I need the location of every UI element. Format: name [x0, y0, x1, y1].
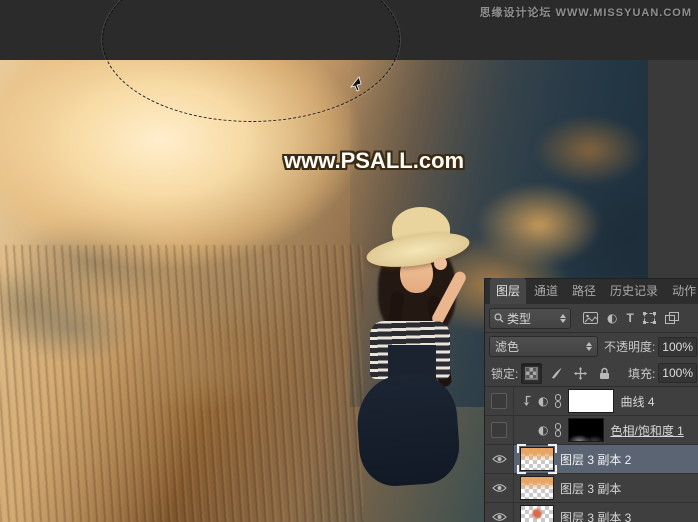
eye-icon [491, 513, 507, 521]
visibility-toggle[interactable] [485, 445, 514, 473]
layer-list: ◐ 曲线 4 ◐ 色相/饱和度 1 图层 3 副本 2 图层 3 副本 图层 3… [485, 387, 698, 522]
tab-channels[interactable]: 通道 [528, 278, 564, 304]
grass-texture-left [0, 244, 363, 522]
blend-mode-value: 滤色 [495, 340, 520, 354]
clipping-mask-arrow-icon [524, 395, 531, 406]
tab-history[interactable]: 历史记录 [604, 278, 664, 304]
layer-name: 图层 3 副本 [560, 481, 622, 496]
search-icon [494, 313, 504, 323]
layer-name: 曲线 4 [620, 394, 655, 409]
opacity-input[interactable]: 100% [658, 336, 697, 357]
adjustment-filter-icon[interactable]: ◐ [607, 312, 617, 324]
mask-link-icon [555, 423, 562, 437]
brush-icon [552, 367, 562, 378]
layer-row-curves4[interactable]: ◐ 曲线 4 [485, 387, 698, 416]
lock-all-button[interactable] [595, 364, 614, 383]
tab-layers[interactable]: 图层 [490, 278, 527, 304]
opacity-value: 100% [662, 339, 693, 354]
girl-overalls-skirt [354, 371, 462, 489]
chevron-updown-icon [585, 342, 592, 351]
layer-filter-row: 类型 ◐ T [485, 304, 698, 333]
eye-icon [491, 484, 507, 492]
filter-type-buttons: ◐ T [583, 312, 679, 324]
layer-name: 图层 3 副本 2 [560, 452, 632, 467]
layer-thumbnail[interactable] [520, 476, 554, 500]
blend-opacity-row: 滤色 不透明度: 100% [485, 333, 698, 360]
layer-row-layer3-copy[interactable]: 图层 3 副本 [485, 474, 698, 503]
layer-name: 色相/饱和度 1 [610, 423, 684, 438]
layer-row-hue-saturation1[interactable]: ◐ 色相/饱和度 1 [485, 416, 698, 445]
blend-mode-select[interactable]: 滤色 [489, 336, 598, 357]
tab-paths[interactable]: 路径 [566, 278, 602, 304]
type-filter-icon[interactable]: T [626, 312, 633, 324]
lock-icon [600, 367, 610, 379]
lock-label: 锁定: [491, 366, 519, 381]
panel-tab-bar: 图层 通道 路径 历史记录 动作 [485, 278, 698, 304]
tab-actions[interactable]: 动作 [666, 278, 698, 304]
lock-fill-row: 锁定: 填充: 100% [485, 360, 698, 387]
mask-link-icon [555, 394, 562, 408]
eye-icon [491, 455, 507, 463]
layers-panel: 图层 通道 路径 历史记录 动作 类型 ◐ T 滤色 不透明度: 100% 锁定… [484, 278, 698, 522]
visibility-toggle[interactable] [485, 474, 514, 502]
lock-image-pixels-button[interactable] [547, 364, 566, 383]
layer-mask-thumbnail[interactable] [568, 389, 615, 413]
fill-input[interactable]: 100% [658, 363, 697, 383]
filter-kind-select[interactable]: 类型 [489, 307, 571, 329]
top-bar: 思缘设计论坛 WWW.MISSYUAN.COM [0, 0, 698, 60]
layer-thumbnail-selected[interactable] [517, 444, 557, 474]
girl-hand [434, 257, 447, 270]
layer-thumbnail[interactable] [520, 505, 554, 522]
mouse-cursor-icon [349, 76, 362, 92]
layer-name: 图层 3 副本 3 [560, 510, 632, 522]
visibility-toggle[interactable] [485, 387, 514, 415]
canvas-watermark-text: www.PSALL.com [284, 148, 465, 173]
visibility-checkbox-empty [491, 393, 507, 409]
adjustment-layer-icon: ◐ [538, 394, 549, 408]
layer-row-layer3-copy2[interactable]: 图层 3 副本 2 [485, 444, 698, 474]
opacity-label: 不透明度: [603, 340, 656, 354]
filter-kind-label: 类型 [507, 311, 532, 326]
shape-filter-icon[interactable] [642, 312, 656, 324]
girl-subject [330, 155, 500, 489]
visibility-toggle[interactable] [485, 503, 514, 522]
photoshop-window: 思缘设计论坛 WWW.MISSYUAN.COM www.PSALL.com 图层… [0, 0, 698, 522]
layer-row-layer3-copy3[interactable]: 图层 3 副本 3 [485, 503, 698, 522]
visibility-checkbox-empty [491, 422, 507, 438]
pixel-filter-icon[interactable] [583, 312, 598, 324]
chevron-updown-icon [560, 313, 566, 323]
fill-value: 100% [662, 366, 693, 380]
layer-mask-thumbnail[interactable] [568, 418, 605, 442]
lock-transparent-pixels-button[interactable] [521, 362, 543, 384]
visibility-toggle[interactable] [485, 416, 514, 444]
forum-watermark-text: 思缘设计论坛 WWW.MISSYUAN.COM [479, 7, 692, 19]
adjustment-layer-icon: ◐ [538, 423, 549, 437]
fill-label: 填充: [627, 366, 656, 381]
move-icon [574, 366, 588, 380]
lock-buttons [521, 362, 614, 384]
checkerboard-icon [525, 366, 539, 380]
lock-position-button[interactable] [571, 364, 590, 383]
smart-object-filter-icon[interactable] [664, 312, 679, 324]
